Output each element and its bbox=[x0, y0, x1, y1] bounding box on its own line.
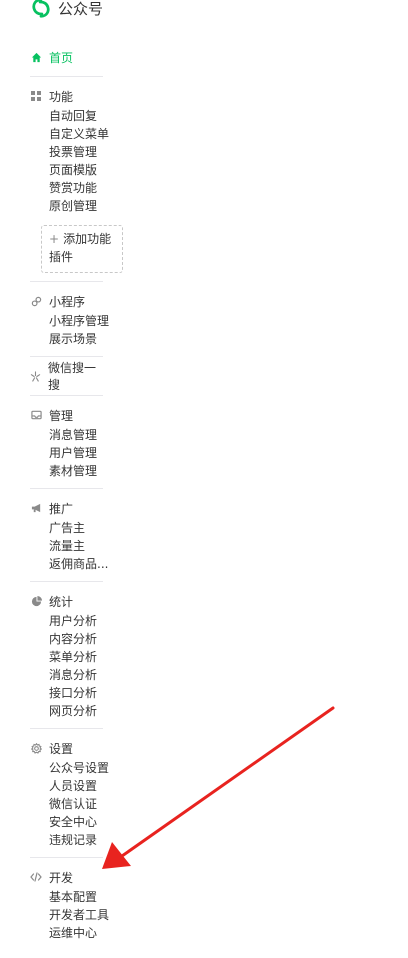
nav-item-ops-center[interactable]: 运维中心 bbox=[30, 924, 103, 942]
red-annotation-arrow bbox=[102, 706, 335, 869]
